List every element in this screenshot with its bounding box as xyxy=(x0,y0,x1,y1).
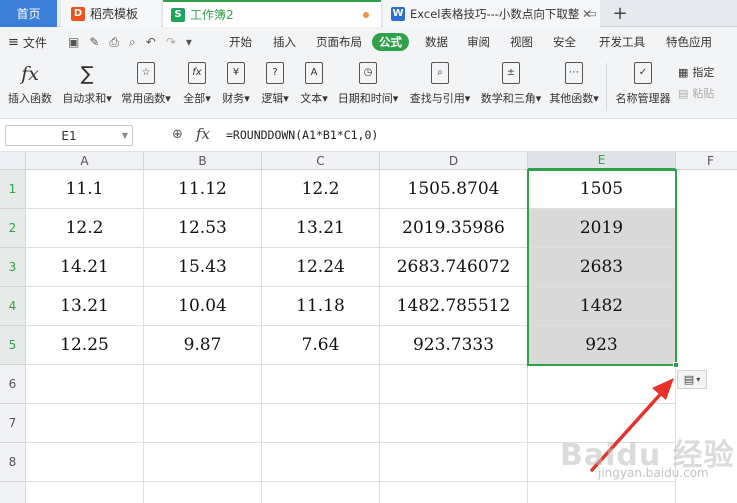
baidu-watermark-url: jingyan.baidu.com xyxy=(598,466,709,480)
red-arrow-annotation xyxy=(590,378,674,472)
